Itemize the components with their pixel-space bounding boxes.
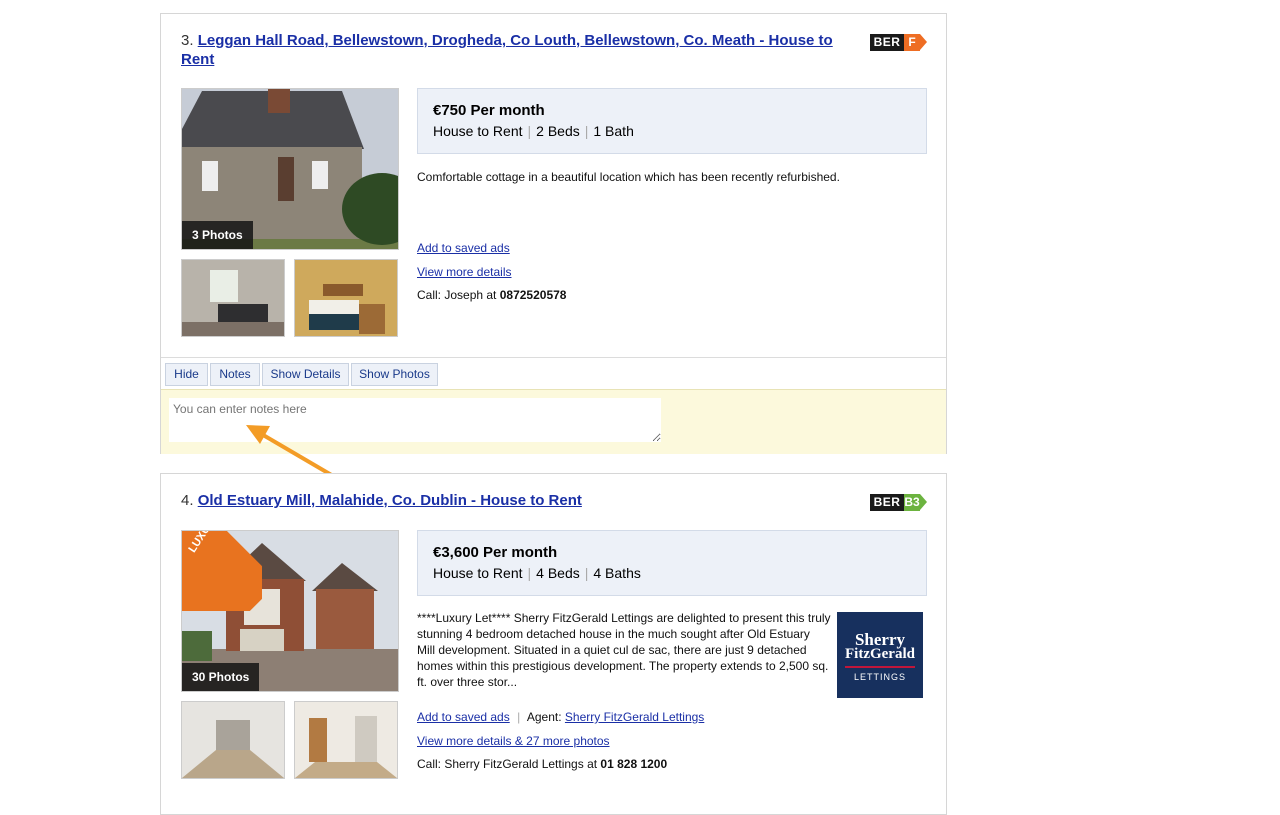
- luxury-let-badge: LUXURY LET: [182, 531, 262, 611]
- ber-grade: F: [904, 34, 920, 51]
- interior-photo: [295, 702, 397, 778]
- property-type: House to Rent: [433, 565, 523, 581]
- view-more-details-link[interactable]: View more details: [417, 265, 512, 279]
- baths: 1 Bath: [593, 123, 634, 139]
- listing-index: 3.: [181, 32, 194, 49]
- saved-agent-line: Add to saved ads | Agent: Sherry FitzGer…: [417, 710, 705, 724]
- agent-prefix: Agent:: [526, 710, 562, 724]
- main-photo[interactable]: LUXURY LET 30 Photos: [181, 530, 399, 692]
- property-specs: House to Rent | 2 Beds | 1 Bath: [433, 123, 634, 139]
- ber-rating: BER F: [870, 34, 927, 51]
- listing-index: 4.: [181, 492, 194, 509]
- listing-title-link[interactable]: Old Estuary Mill, Malahide, Co. Dublin -…: [198, 492, 582, 509]
- baths: 4 Baths: [593, 565, 641, 581]
- photo-count: 3 Photos: [182, 221, 253, 249]
- photo-count: 30 Photos: [182, 663, 260, 691]
- add-to-saved-ads-link[interactable]: Add to saved ads: [417, 710, 510, 724]
- listing-card: 3. Leggan Hall Road, Bellewstown, Droghe…: [160, 13, 947, 454]
- agent-logo-line2: FitzGerald: [845, 646, 915, 662]
- property-type: House to Rent: [433, 123, 523, 139]
- ber-grade: B3: [904, 494, 920, 511]
- agent-link[interactable]: Sherry FitzGerald Lettings: [565, 710, 704, 724]
- thumbnail[interactable]: [181, 701, 285, 779]
- view-more-details-link[interactable]: View more details & 27 more photos: [417, 734, 610, 748]
- beds: 4 Beds: [536, 565, 580, 581]
- call-prefix: Call: Sherry FitzGerald Lettings at: [417, 757, 598, 771]
- action-bar: Hide Notes Show Details Show Photos: [161, 357, 946, 390]
- contact-line: Call: Joseph at 0872520578: [417, 288, 566, 302]
- hallway-photo: [182, 702, 284, 778]
- living-room-photo: [182, 260, 284, 336]
- add-to-saved-ads-link[interactable]: Add to saved ads: [417, 241, 510, 255]
- notes-button[interactable]: Notes: [210, 363, 260, 386]
- property-specs: House to Rent | 4 Beds | 4 Baths: [433, 565, 641, 581]
- ber-label: BER: [870, 494, 904, 511]
- phone-number[interactable]: 01 828 1200: [600, 757, 667, 771]
- ber-arrow-icon: [920, 494, 927, 510]
- price-box: €3,600 Per month House to Rent | 4 Beds | 4 …: [417, 530, 927, 596]
- ber-label: BER: [870, 34, 904, 51]
- listing-title: 3. Leggan Hall Road, Bellewstown, Droghe…: [181, 31, 841, 69]
- show-photos-button[interactable]: Show Photos: [351, 363, 438, 386]
- ber-rating: BER B3: [870, 494, 927, 511]
- main-photo[interactable]: 3 Photos: [181, 88, 399, 250]
- agent-logo[interactable]: Sherry FitzGerald LETTINGS: [837, 612, 923, 698]
- price-box: €750 Per month House to Rent | 2 Beds | 1 Ba…: [417, 88, 927, 154]
- call-prefix: Call: Joseph at: [417, 288, 497, 302]
- agent-logo-line3: LETTINGS: [853, 672, 906, 682]
- price: €750 Per month: [433, 102, 545, 119]
- listing-description: Comfortable cottage in a beautiful locat…: [417, 170, 840, 184]
- price: €3,600 Per month: [433, 544, 558, 561]
- ber-arrow-icon: [920, 34, 927, 50]
- contact-line: Call: Sherry FitzGerald Lettings at 01 8…: [417, 757, 667, 771]
- phone-number[interactable]: 0872520578: [500, 288, 567, 302]
- thumbnail[interactable]: [181, 259, 285, 337]
- bedroom-photo: [295, 260, 397, 336]
- thumbnail[interactable]: [294, 259, 398, 337]
- listing-title: 4. Old Estuary Mill, Malahide, Co. Dubli…: [181, 491, 841, 510]
- show-details-button[interactable]: Show Details: [262, 363, 349, 386]
- listing-card: 4. Old Estuary Mill, Malahide, Co. Dubli…: [160, 473, 947, 815]
- hide-button[interactable]: Hide: [165, 363, 208, 386]
- beds: 2 Beds: [536, 123, 580, 139]
- listing-description: ****Luxury Let**** Sherry FitzGerald Let…: [417, 611, 831, 689]
- listing-title-link[interactable]: Leggan Hall Road, Bellewstown, Drogheda,…: [181, 32, 833, 68]
- thumbnail[interactable]: [294, 701, 398, 779]
